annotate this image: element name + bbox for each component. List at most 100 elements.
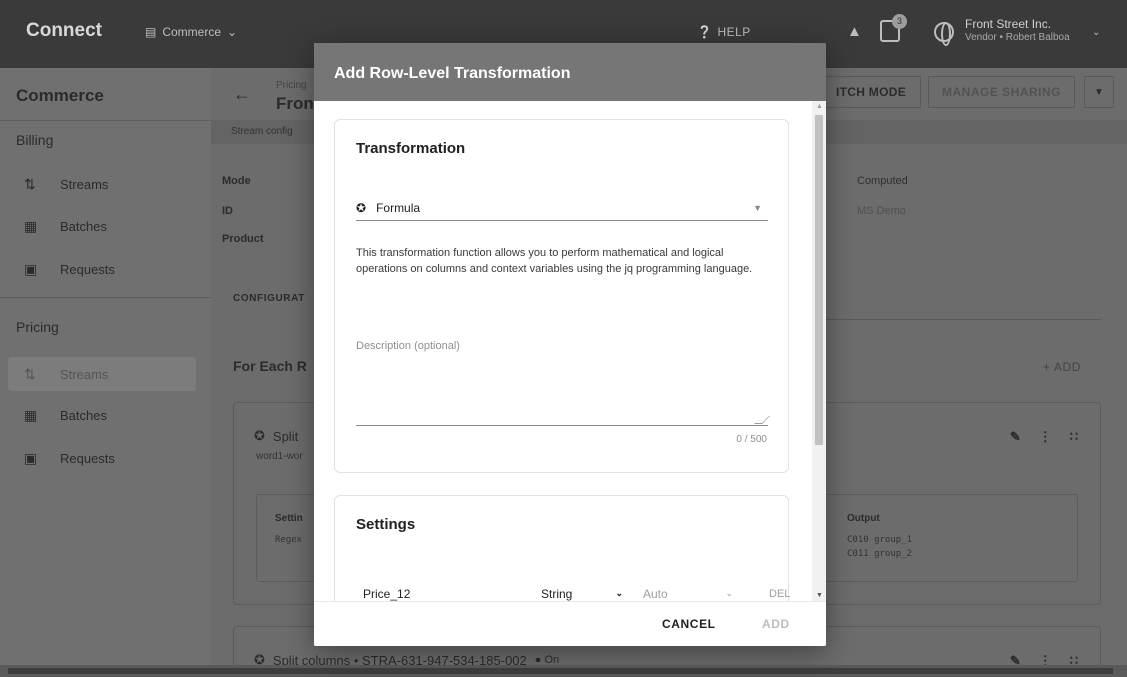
chevron-down-icon: ⌄ bbox=[615, 588, 623, 598]
section-heading: Transformation bbox=[356, 140, 466, 157]
transformation-section: Transformation ✪ Formula ▼ This transfor… bbox=[334, 119, 789, 473]
account-sub: Vendor • Robert Balboa bbox=[965, 32, 1070, 43]
mode-value: Computed bbox=[857, 175, 908, 187]
caret-down-icon: ▼ bbox=[753, 203, 762, 213]
settings-section: Settings Price_12 String ⌄ Auto ⌄ DEL bbox=[334, 495, 790, 601]
settings-row: Price_12 String ⌄ Auto ⌄ DEL bbox=[363, 581, 793, 601]
column-name-input[interactable]: Price_12 bbox=[363, 581, 525, 601]
output-row: C010 group_1 bbox=[847, 535, 913, 545]
output-panel: Output C010 group_1 C011 group_2 bbox=[812, 494, 1078, 582]
output-row: C011 group_2 bbox=[847, 549, 913, 559]
dialog-title: Add Row-Level Transformation bbox=[314, 43, 826, 101]
cancel-button[interactable]: CANCEL bbox=[662, 617, 716, 631]
sidebar-title: Commerce bbox=[16, 86, 104, 105]
id-label: ID bbox=[222, 205, 233, 217]
auto-select[interactable]: Auto ⌄ bbox=[643, 581, 737, 601]
drag-handle-icon[interactable]: ∷ bbox=[1070, 429, 1078, 445]
more-vert-icon[interactable]: ⋮ bbox=[1039, 429, 1052, 445]
scroll-up-icon[interactable]: ▲ bbox=[816, 103, 823, 110]
output-label: Output bbox=[847, 513, 880, 524]
bell-icon[interactable]: ▲ bbox=[847, 23, 862, 40]
puzzle-icon: ✪ bbox=[254, 428, 265, 443]
horizontal-scrollbar[interactable] bbox=[0, 665, 1127, 677]
add-transformation-dialog: Add Row-Level Transformation Transformat… bbox=[314, 43, 826, 646]
divider bbox=[0, 120, 211, 121]
type-select[interactable]: String ⌄ bbox=[541, 581, 627, 601]
sidebar-item-label: Requests bbox=[60, 261, 115, 277]
product-value[interactable]: MS Demo bbox=[857, 205, 906, 217]
sidebar-item-pricing-batches[interactable]: ▦ Batches bbox=[8, 398, 196, 432]
mode-label: Mode bbox=[222, 175, 251, 187]
sidebar-item-label: Batches bbox=[60, 407, 107, 423]
sidebar-item-label: Streams bbox=[60, 176, 109, 192]
product-label: Product bbox=[222, 233, 264, 245]
more-actions-button[interactable]: ▼ bbox=[1084, 76, 1114, 108]
dialog-scrollbar[interactable]: ▲ ▼ bbox=[812, 101, 826, 601]
configuration-heading: CONFIGURAT bbox=[233, 293, 305, 304]
chevron-down-icon: ⌄ bbox=[725, 588, 733, 598]
sidebar-item-billing-streams[interactable]: ⇅ Streams bbox=[8, 167, 196, 201]
brand-logo[interactable]: Connect bbox=[26, 20, 102, 42]
divider bbox=[0, 297, 211, 298]
manage-sharing-button[interactable]: MANAGE SHARING bbox=[928, 76, 1075, 108]
sidebar-item-pricing-requests[interactable]: ▣ Requests bbox=[8, 441, 196, 475]
caret-down-icon: ▼ bbox=[1094, 86, 1104, 98]
requests-icon: ▣ bbox=[24, 449, 38, 466]
textarea-underline bbox=[356, 425, 768, 426]
card-subtitle: word1-wor bbox=[256, 451, 303, 462]
chevron-down-icon: ⌄ bbox=[227, 25, 238, 39]
sidebar-item-label: Streams bbox=[60, 366, 109, 382]
divider bbox=[823, 319, 1101, 320]
streams-icon: ⇅ bbox=[24, 365, 36, 382]
commerce-icon: ▤ bbox=[145, 25, 157, 39]
batches-icon: ▦ bbox=[24, 406, 38, 423]
card-title-text: Split bbox=[272, 428, 299, 444]
scrollbar-thumb[interactable] bbox=[815, 115, 823, 445]
settings-panel: Settin Regex bbox=[256, 494, 316, 582]
sidebar-section-pricing: Pricing bbox=[16, 319, 59, 335]
sidebar-item-pricing-streams[interactable]: ⇅ Streams bbox=[8, 357, 196, 391]
sidebar-item-billing-batches[interactable]: ▦ Batches bbox=[8, 209, 196, 243]
settings-code: Regex bbox=[275, 535, 303, 545]
add-button[interactable]: + ADD bbox=[1043, 360, 1081, 374]
scroll-down-icon[interactable]: ▼ bbox=[816, 592, 823, 599]
auto-value: Auto bbox=[643, 586, 668, 601]
sidebar-item-label: Batches bbox=[60, 218, 107, 234]
account-name: Front Street Inc. bbox=[965, 17, 1052, 31]
delete-button[interactable]: DEL bbox=[769, 581, 791, 601]
help-button[interactable]: ❔ HELP bbox=[697, 25, 751, 39]
description-textarea[interactable]: Description (optional) bbox=[356, 340, 460, 352]
sidebar-section-billing: Billing bbox=[16, 132, 54, 148]
sidebar-item-label: Requests bbox=[60, 450, 115, 466]
back-arrow-icon[interactable]: ← bbox=[233, 84, 251, 105]
sidebar-item-billing-requests[interactable]: ▣ Requests bbox=[8, 252, 196, 286]
page-title: Fron bbox=[276, 94, 314, 113]
sidebar: Commerce Billing ⇅ Streams ▦ Batches ▣ R… bbox=[0, 68, 211, 677]
module-label: Commerce bbox=[162, 25, 222, 39]
puzzle-icon: ✪ bbox=[356, 200, 367, 215]
requests-icon: ▣ bbox=[24, 260, 38, 277]
edit-icon[interactable]: ✎ bbox=[1010, 429, 1021, 445]
module-switcher[interactable]: ▤ Commerce ⌄ bbox=[145, 25, 237, 39]
breadcrumb[interactable]: Pricing bbox=[276, 80, 307, 91]
for-each-row-heading: For Each R bbox=[233, 358, 307, 374]
character-counter: 0 / 500 bbox=[736, 434, 767, 445]
globe-icon[interactable] bbox=[934, 22, 954, 46]
chevron-down-icon[interactable]: ⌄ bbox=[1092, 27, 1100, 38]
help-icon: ❔ bbox=[697, 25, 713, 39]
add-button[interactable]: ADD bbox=[762, 617, 790, 631]
transformation-select[interactable]: ✪ Formula ▼ bbox=[356, 195, 768, 221]
settings-label: Settin bbox=[275, 513, 303, 524]
batches-icon: ▦ bbox=[24, 217, 38, 234]
dialog-footer: CANCEL ADD bbox=[314, 601, 826, 646]
select-value: Formula bbox=[376, 200, 421, 215]
type-value: String bbox=[541, 586, 573, 601]
dialog-body: Transformation ✪ Formula ▼ This transfor… bbox=[314, 101, 826, 601]
resize-handle-icon[interactable] bbox=[754, 416, 770, 424]
card-title: ✪ Split bbox=[254, 428, 298, 444]
help-label: HELP bbox=[717, 25, 751, 39]
switch-mode-button[interactable]: ITCH MODE bbox=[811, 76, 921, 108]
notifications-button[interactable]: 3 bbox=[880, 14, 907, 42]
scrollbar-thumb[interactable] bbox=[8, 668, 1113, 674]
account-menu[interactable]: Front Street Inc. Vendor • Robert Balboa bbox=[965, 18, 1070, 44]
